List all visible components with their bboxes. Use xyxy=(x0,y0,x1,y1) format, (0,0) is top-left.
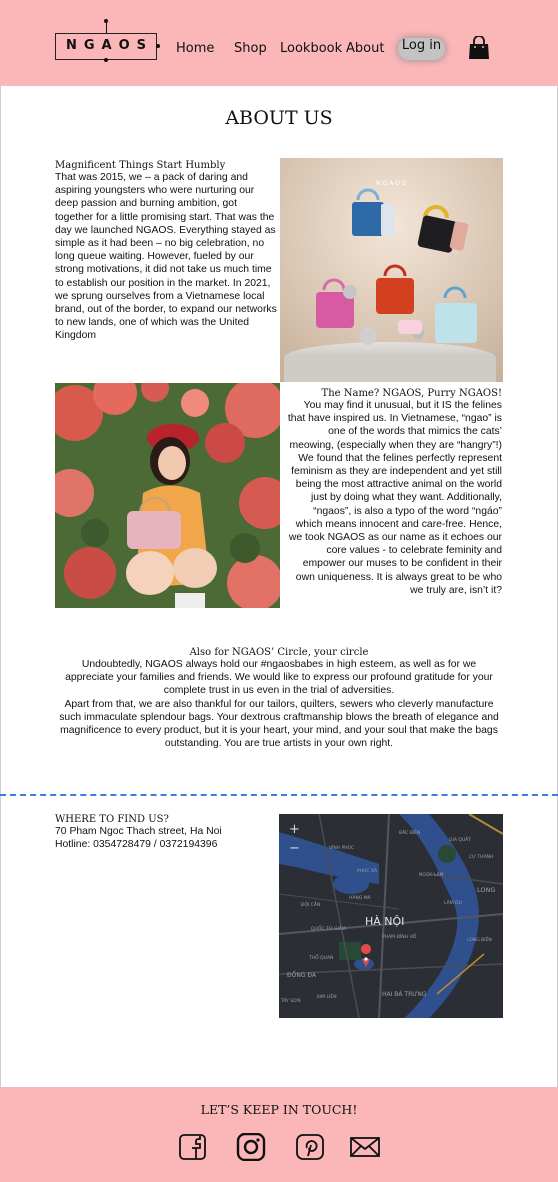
model-photo xyxy=(55,383,280,608)
logo-line xyxy=(106,22,107,34)
nav-home[interactable]: Home xyxy=(176,41,214,56)
section-humble-start: Magnificent Things Start Humbly That was… xyxy=(55,160,277,343)
nav-lookbook[interactable]: Lookbook xyxy=(280,41,342,56)
logo-dot xyxy=(156,44,160,48)
zoom-in-button: + xyxy=(289,822,300,837)
map-label: HÀNG MÃ xyxy=(349,894,372,901)
section-circle: Also for NGAOS’ Circle, your circle Undo… xyxy=(58,647,500,750)
map-label: VĨNH PHÚC xyxy=(329,844,354,851)
section-heading: Magnificent Things Start Humbly xyxy=(55,160,226,171)
instagram-icon[interactable] xyxy=(236,1133,266,1161)
logo-dot xyxy=(104,19,108,23)
map-label: NGỌC LÂM xyxy=(419,871,444,878)
map-label: CỰ THÀNH xyxy=(469,853,493,860)
section-heading: The Name? NGAOS, Purry NGAOS! xyxy=(321,388,502,399)
location-info: WHERE TO FIND US? 70 Pham Ngoc Thach str… xyxy=(55,814,270,851)
bags-photo: NGAOS xyxy=(280,158,503,382)
map-label: TÂY SƠN xyxy=(280,997,301,1004)
bags-photo-logo: NGAOS xyxy=(376,180,408,187)
map-label: LONG xyxy=(477,886,495,894)
zoom-out-button: − xyxy=(289,841,300,856)
ngaos-logo[interactable]: NGAOS xyxy=(55,19,160,62)
footer-title: LET’S KEEP IN TOUCH! xyxy=(200,1102,358,1117)
logo-dot xyxy=(104,58,108,62)
location-heading: WHERE TO FIND US? xyxy=(55,814,169,825)
section-heading: Also for NGAOS’ Circle, your circle xyxy=(189,647,369,658)
map-label: ĐỐNG ĐA xyxy=(287,971,317,979)
nav-about[interactable]: About xyxy=(346,41,384,56)
facebook-icon[interactable] xyxy=(178,1133,208,1161)
about-title: ABOUT US xyxy=(225,107,333,129)
section-name-origin: The Name? NGAOS, Purry NGAOS! You may fi… xyxy=(286,388,502,597)
map-label: LÂM DU xyxy=(444,899,462,906)
map-city-label: HÀ NỘI xyxy=(365,915,404,928)
section-text: Undoubtedly, NGAOS always hold our #ngao… xyxy=(65,659,493,697)
mail-icon[interactable] xyxy=(349,1133,381,1161)
section-text: Apart from that, we are also thankful fo… xyxy=(59,698,499,750)
hotline-text: Hotline: 0354728479 / 0372194396 xyxy=(55,839,218,851)
section-text: You may find it unusual, but it IS the f… xyxy=(287,400,502,596)
address-text: 70 Pham Ngoc Thach street, Ha Noi xyxy=(55,826,222,837)
shopping-bag-icon[interactable] xyxy=(468,36,490,60)
nav-shop[interactable]: Shop xyxy=(234,41,267,56)
section-text: That was 2015, we – a pack of daring and… xyxy=(55,172,277,342)
map-label: PHÚC XÁ xyxy=(357,867,378,874)
login-button[interactable]: Log in xyxy=(398,38,445,60)
site-header: NGAOS Home Shop Lookbook About Log in xyxy=(0,0,558,86)
location-map[interactable]: + − BẮC BIÊN GIA QUẤT VĨNH PHÚC PHÚC XÁ … xyxy=(279,814,503,1018)
pinterest-icon[interactable] xyxy=(295,1133,325,1161)
map-label: HAI BÀ TRƯNG xyxy=(382,991,427,998)
section-divider xyxy=(0,794,558,796)
logo-text: NGAOS xyxy=(65,38,154,53)
